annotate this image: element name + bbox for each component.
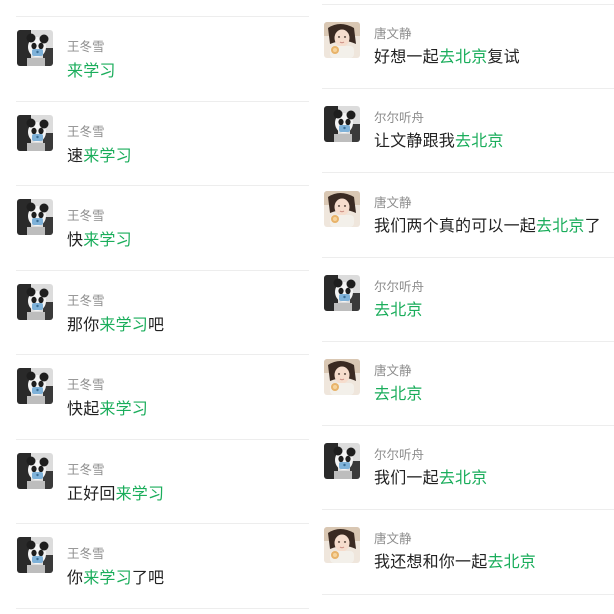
sender-name: 尔尔听舟 [374, 447, 425, 462]
message-fragment: 快起 [67, 399, 100, 418]
panda-avatar[interactable] [324, 106, 360, 142]
right-results-column: 唐文静 好想一起去北京复试 尔尔听舟 让文静跟我去北京 唐文静 我们两个真的可以一起去北京… [310, 0, 614, 614]
keyword-highlight: 去北京 [536, 216, 585, 235]
message-text: 好想一起去北京复试 [374, 43, 520, 67]
message-fragment: 我还想和你一起 [374, 552, 488, 571]
search-result-row[interactable]: 王冬雪正好回来学习 [0, 453, 310, 533]
keyword-highlight: 来学习 [67, 61, 116, 80]
message-fragment: 了 [584, 216, 601, 235]
message-text: 你来学习了吧 [67, 564, 164, 588]
sender-name: 王冬雪 [67, 208, 105, 223]
sender-name: 王冬雪 [67, 39, 105, 54]
panda-avatar[interactable] [17, 115, 53, 151]
message-fragment: 我们两个真的可以一起 [374, 216, 537, 235]
sender-name: 王冬雪 [67, 293, 105, 308]
search-result-row[interactable]: 尔尔听舟 去北京 [310, 275, 614, 355]
panda-avatar[interactable] [324, 275, 360, 311]
search-result-row[interactable]: 王冬雪你来学习了吧 [0, 537, 310, 614]
message-text: 来学习 [67, 57, 116, 81]
message-fragment: 我们一起 [374, 468, 439, 487]
message-text: 我们两个真的可以一起去北京了 [374, 212, 601, 236]
search-result-row[interactable]: 唐文静我还想和你一起去北京 [310, 527, 614, 607]
panda-avatar[interactable] [17, 368, 53, 404]
message-text: 我们一起去北京 [374, 464, 487, 488]
sender-name: 王冬雪 [67, 546, 105, 561]
message-fragment: 那你 [67, 315, 100, 334]
message-fragment: 速 [67, 146, 84, 165]
keyword-highlight: 去北京 [438, 468, 488, 487]
result-divider [322, 4, 614, 5]
search-result-row[interactable]: 唐文静好想一起去北京复试 [310, 22, 614, 102]
message-text: 快来学习 [67, 226, 132, 250]
sender-name: 王冬雪 [67, 462, 105, 477]
chat-search-results-collage: 王冬雪 来学习 王冬雪 速来学习 王冬雪 快来学习 王冬雪 那你来学习吧 王冬雪 快起来学习 王冬雪… [0, 0, 614, 614]
girl-avatar[interactable] [324, 191, 360, 227]
sender-name: 唐文静 [374, 531, 412, 546]
message-text: 快起来学习 [67, 395, 148, 419]
search-result-row[interactable]: 尔尔听舟我们一起去北京 [310, 443, 614, 523]
search-result-row[interactable]: 王冬雪 来学习 [0, 30, 310, 110]
message-text: 正好回来学习 [67, 480, 164, 504]
message-fragment: 让文静跟我 [374, 131, 456, 150]
search-result-row[interactable]: 尔尔听舟让文静跟我去北京 [310, 106, 614, 186]
keyword-highlight: 去北京 [374, 300, 423, 319]
message-fragment: 了吧 [131, 568, 165, 587]
keyword-highlight: 来学习 [115, 484, 165, 503]
keyword-highlight: 去北京 [374, 384, 423, 403]
keyword-highlight: 去北京 [455, 131, 504, 150]
search-result-row[interactable]: 王冬雪快来学习 [0, 199, 310, 279]
keyword-highlight: 来学习 [99, 315, 149, 334]
search-result-row[interactable]: 唐文静我们两个真的可以一起去北京了 [310, 191, 614, 271]
sender-name: 唐文静 [374, 26, 412, 41]
panda-avatar[interactable] [324, 443, 360, 479]
search-result-row[interactable]: 王冬雪快起来学习 [0, 368, 310, 448]
result-divider [16, 16, 310, 17]
keyword-highlight: 来学习 [83, 230, 132, 249]
left-results-column: 王冬雪 来学习 王冬雪 速来学习 王冬雪 快来学习 王冬雪 那你来学习吧 王冬雪 快起来学习 王冬雪… [0, 0, 310, 614]
panda-avatar[interactable] [17, 284, 53, 320]
message-text: 让文静跟我去北京 [374, 127, 504, 151]
message-text: 那你来学习吧 [67, 311, 164, 335]
message-text: 去北京 [374, 296, 423, 320]
sender-name: 尔尔听舟 [374, 110, 425, 125]
keyword-highlight: 来学习 [83, 146, 132, 165]
panda-avatar[interactable] [17, 453, 53, 489]
search-result-row[interactable]: 唐文静 去北京 [310, 359, 614, 439]
girl-avatar[interactable] [324, 22, 360, 58]
search-result-row[interactable]: 王冬雪那你来学习吧 [0, 284, 310, 364]
keyword-highlight: 去北京 [487, 552, 537, 571]
sender-name: 唐文静 [374, 195, 412, 210]
message-text: 我还想和你一起去北京 [374, 548, 536, 572]
keyword-highlight: 来学习 [99, 399, 149, 418]
keyword-highlight: 来学习 [83, 568, 132, 587]
panda-avatar[interactable] [17, 537, 53, 573]
girl-avatar[interactable] [324, 359, 360, 395]
sender-name: 唐文静 [374, 363, 412, 378]
panda-avatar[interactable] [17, 199, 53, 235]
keyword-highlight: 去北京 [438, 47, 488, 66]
message-fragment: 正好回 [67, 484, 116, 503]
message-fragment: 快 [67, 230, 84, 249]
message-text: 速来学习 [67, 142, 132, 166]
search-result-row[interactable]: 王冬雪速来学习 [0, 115, 310, 195]
sender-name: 王冬雪 [67, 377, 105, 392]
message-text: 去北京 [374, 380, 423, 404]
panda-avatar[interactable] [17, 30, 53, 66]
girl-avatar[interactable] [324, 527, 360, 563]
column-gutter [309, 0, 321, 614]
sender-name: 王冬雪 [67, 124, 105, 139]
message-fragment: 复试 [487, 47, 520, 66]
message-fragment: 你 [67, 568, 84, 587]
sender-name: 尔尔听舟 [374, 279, 425, 294]
message-fragment: 吧 [148, 315, 165, 334]
message-fragment: 好想一起 [374, 47, 439, 66]
